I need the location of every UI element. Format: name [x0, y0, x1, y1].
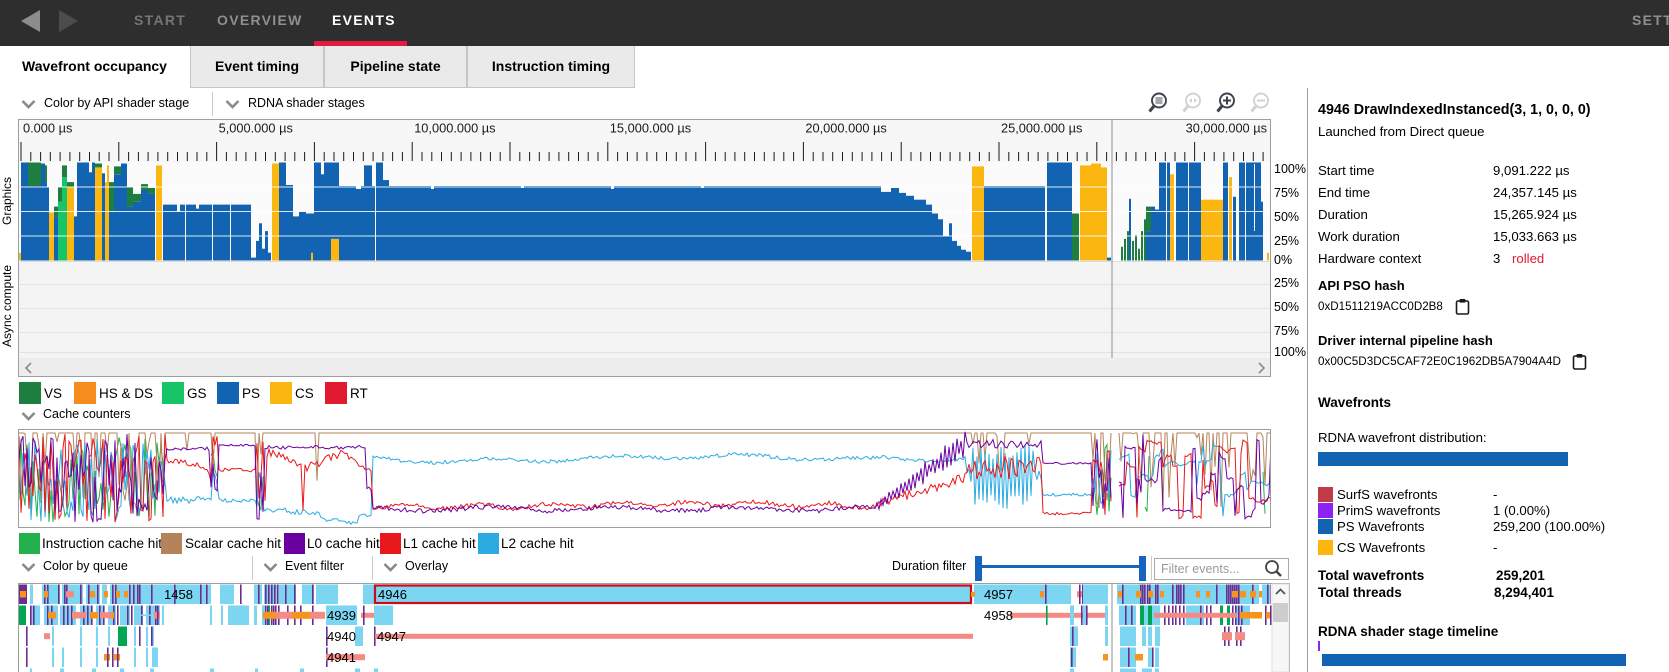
svg-text:25,000.000 µs: 25,000.000 µs — [1001, 121, 1082, 136]
svg-text:0.000 µs: 0.000 µs — [23, 121, 72, 136]
svg-text:10,000.000 µs: 10,000.000 µs — [414, 121, 495, 136]
svg-text:4958: 4958 — [984, 608, 1013, 623]
svg-text:4941: 4941 — [327, 650, 356, 665]
svg-text:4940: 4940 — [327, 629, 356, 644]
svg-text:1458: 1458 — [164, 587, 193, 602]
svg-text:4939: 4939 — [327, 608, 356, 623]
svg-text:5,000.000 µs: 5,000.000 µs — [219, 121, 293, 136]
svg-text:4957: 4957 — [984, 587, 1013, 602]
svg-text:4946: 4946 — [378, 587, 407, 602]
svg-text:4947: 4947 — [377, 629, 406, 644]
svg-text:30,000.000 µs: 30,000.000 µs — [1186, 121, 1267, 136]
svg-text:15,000.000 µs: 15,000.000 µs — [610, 121, 691, 136]
svg-text:20,000.000 µs: 20,000.000 µs — [805, 121, 886, 136]
